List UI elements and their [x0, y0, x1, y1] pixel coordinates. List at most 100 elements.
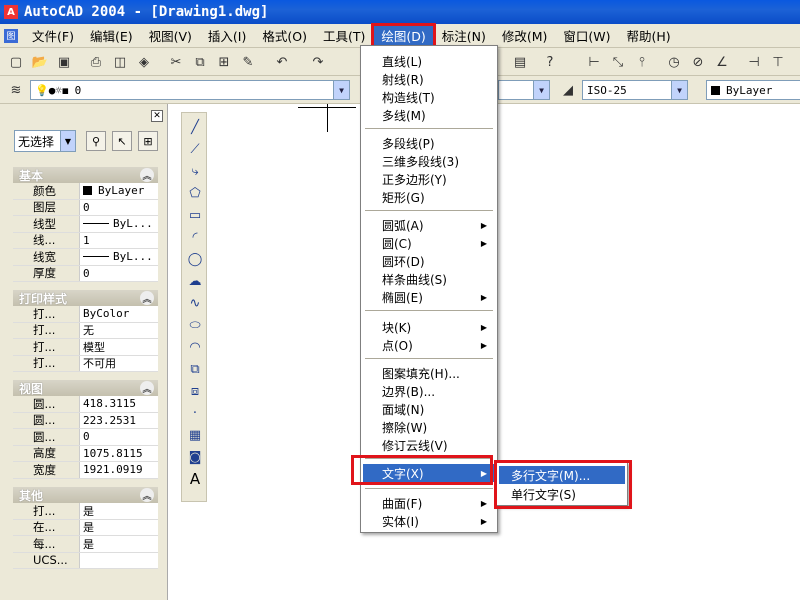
point-icon[interactable]: ·	[184, 403, 206, 423]
match-properties-icon[interactable]: ✎	[238, 52, 258, 72]
property-row[interactable]: 线... 1	[13, 232, 158, 249]
menu-item-wipeout[interactable]: 擦除(W)	[363, 418, 495, 436]
menu-item-single-line-text[interactable]: 单行文字(S)	[499, 485, 625, 503]
select-objects-icon[interactable]: ↖	[112, 131, 132, 151]
menu-item-hatch[interactable]: 图案填充(H)...	[363, 364, 495, 382]
menu-item-block[interactable]: 块(K) ▶	[363, 318, 495, 336]
new-file-icon[interactable]: ▢	[6, 52, 26, 72]
section-header[interactable]: 视图 ︽	[13, 380, 158, 396]
construction-line-icon[interactable]: ⟋	[184, 139, 206, 159]
paste-icon[interactable]: ⊞	[214, 52, 234, 72]
quick-dimension-icon[interactable]: ⊣	[744, 52, 764, 72]
selection-combo[interactable]: 无选择 ▼	[14, 130, 76, 152]
rectangle-icon[interactable]: ▭	[184, 205, 206, 225]
property-row[interactable]: 颜色 ByLayer	[13, 183, 158, 200]
plot-preview-icon[interactable]: ◫	[110, 52, 130, 72]
multiline-text-icon[interactable]: A	[184, 469, 206, 489]
publish-icon[interactable]: ◈	[134, 52, 154, 72]
menu-item-3d-polyline[interactable]: 三维多段线(3)	[363, 152, 495, 170]
property-row[interactable]: 每... 是	[13, 536, 158, 553]
angular-dimension-icon[interactable]: ∠	[712, 52, 732, 72]
help-icon[interactable]: ?	[540, 52, 560, 72]
drawing-canvas[interactable]	[208, 104, 800, 600]
collapse-icon[interactable]: ︽	[140, 291, 154, 305]
menu-item-point[interactable]: 点(O) ▶	[363, 336, 495, 354]
property-row[interactable]: 线宽 ByL...	[13, 249, 158, 266]
insert-block-icon[interactable]: ⧉	[184, 359, 206, 379]
menu-insert[interactable]: 插入(I)	[200, 25, 254, 47]
menu-format[interactable]: 格式(O)	[254, 25, 315, 47]
property-row[interactable]: 线型 ByL...	[13, 216, 158, 233]
property-row[interactable]: 圆... 223.2531	[13, 412, 158, 429]
baseline-dimension-icon[interactable]: ⊤	[768, 52, 788, 72]
property-row[interactable]: 打... 是	[13, 503, 158, 520]
ordinate-dimension-icon[interactable]: ⫯	[632, 52, 652, 72]
collapse-icon[interactable]: ︽	[140, 168, 154, 182]
open-file-icon[interactable]: 📂	[30, 52, 50, 72]
menu-item-polyline[interactable]: 多段线(P)	[363, 134, 495, 152]
hatch-icon[interactable]: ▦	[184, 425, 206, 445]
menu-item-polygon[interactable]: 正多边形(Y)	[363, 170, 495, 188]
arc-icon[interactable]: ◜	[184, 227, 206, 247]
menu-item-revision-cloud[interactable]: 修订云线(V)	[363, 436, 495, 454]
property-row[interactable]: 在... 是	[13, 519, 158, 536]
property-row[interactable]: 打... 不可用	[13, 355, 158, 372]
menu-file[interactable]: 文件(F)	[24, 25, 82, 47]
property-row[interactable]: 圆... 418.3115	[13, 396, 158, 413]
property-row[interactable]: 圆... 0	[13, 429, 158, 446]
menu-item-line[interactable]: 直线(L)	[363, 52, 495, 70]
linear-dimension-icon[interactable]: ⊢	[584, 52, 604, 72]
plot-icon[interactable]: ⎙	[86, 52, 106, 72]
aligned-dimension-icon[interactable]: ⤡	[608, 52, 628, 72]
chevron-down-icon[interactable]: ▼	[533, 81, 549, 99]
chevron-down-icon[interactable]: ▼	[60, 131, 75, 151]
make-block-icon[interactable]: ⧈	[184, 381, 206, 401]
ellipse-icon[interactable]: ⬭	[184, 315, 206, 335]
property-row[interactable]: 图层 0	[13, 199, 158, 216]
menu-item-boundary[interactable]: 边界(B)...	[363, 382, 495, 400]
section-header[interactable]: 其他 ︽	[13, 487, 158, 503]
menu-item-construction-line[interactable]: 构造线(T)	[363, 88, 495, 106]
save-icon[interactable]: ▣	[54, 52, 74, 72]
diameter-dimension-icon[interactable]: ⊘	[688, 52, 708, 72]
property-row[interactable]: 宽度 1921.0919	[13, 462, 158, 479]
region-icon[interactable]: ◙	[184, 447, 206, 467]
dimension-style-icon[interactable]: ◢	[558, 80, 578, 100]
spline-icon[interactable]: ∿	[184, 293, 206, 313]
collapse-icon[interactable]: ︽	[140, 381, 154, 395]
text-style-combo[interactable]: ▼	[498, 80, 550, 100]
redo-icon[interactable]: ↷	[308, 52, 328, 72]
color-combo[interactable]: ByLayer	[706, 80, 800, 100]
menu-item-ray[interactable]: 射线(R)	[363, 70, 495, 88]
menu-item-surfaces[interactable]: 曲面(F) ▶	[363, 494, 495, 512]
close-icon[interactable]: ✕	[151, 110, 163, 122]
menu-edit[interactable]: 编辑(E)	[82, 25, 141, 47]
property-row[interactable]: 高度 1075.8115	[13, 445, 158, 462]
collapse-icon[interactable]: ︽	[140, 488, 154, 502]
property-row[interactable]: 打... 无	[13, 322, 158, 339]
menu-item-ellipse[interactable]: 椭圆(E) ▶	[363, 288, 495, 306]
menu-draw[interactable]: 绘图(D)	[371, 22, 436, 49]
menu-item-spline[interactable]: 样条曲线(S)	[363, 270, 495, 288]
dim-style-combo[interactable]: ISO-25 ▼	[582, 80, 688, 100]
property-row[interactable]: UCS...	[13, 552, 158, 569]
copy-icon[interactable]: ⧉	[190, 52, 210, 72]
pickadd-toggle-icon[interactable]: ⚲	[86, 131, 106, 151]
chevron-down-icon[interactable]: ▼	[333, 81, 349, 99]
menu-window[interactable]: 窗口(W)	[555, 25, 618, 47]
menu-help[interactable]: 帮助(H)	[619, 25, 679, 47]
radius-dimension-icon[interactable]: ◷	[664, 52, 684, 72]
menu-item-text[interactable]: 文字(X) ▶	[363, 464, 495, 482]
menu-modify[interactable]: 修改(M)	[494, 25, 556, 47]
menu-tools[interactable]: 工具(T)	[315, 25, 373, 47]
menu-dimension[interactable]: 标注(N)	[434, 25, 494, 47]
section-header[interactable]: 打印样式 ︽	[13, 290, 158, 306]
line-tool-icon[interactable]: ╱	[184, 117, 206, 137]
menu-item-donut[interactable]: 圆环(D)	[363, 252, 495, 270]
quick-select-icon[interactable]: ⊞	[138, 131, 158, 151]
menu-item-region[interactable]: 面域(N)	[363, 400, 495, 418]
chevron-down-icon[interactable]: ▼	[671, 81, 687, 99]
layer-manager-icon[interactable]: ≋	[6, 80, 26, 100]
polyline-icon[interactable]: ⤷	[184, 161, 206, 181]
section-header[interactable]: 基本 ︽	[13, 167, 158, 183]
